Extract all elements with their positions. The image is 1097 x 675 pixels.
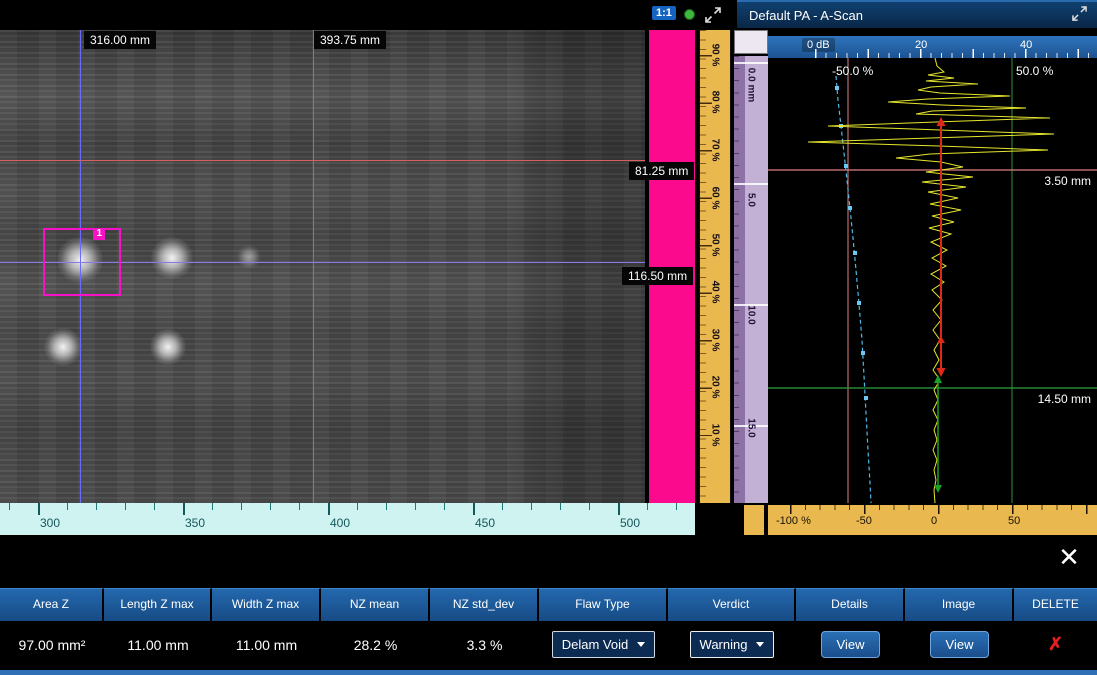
ruler-tick-label: 0.0 mm xyxy=(746,68,757,102)
indication-number-tag: 1 xyxy=(93,228,105,240)
ruler-tick-label: 60 % xyxy=(710,187,721,210)
col-header-nz-mean: NZ mean xyxy=(321,588,430,621)
ruler-tick-label: 80 % xyxy=(710,91,721,114)
depth-cursor-label-2: 14.50 mm xyxy=(1038,392,1091,406)
flaw-type-value: Delam Void xyxy=(562,637,628,652)
ascan-expand-icon[interactable] xyxy=(1072,6,1087,24)
cursor-y1-label: 81.25 mm xyxy=(629,162,694,180)
ruler-tick-label: 50 % xyxy=(710,234,721,257)
delete-row-icon[interactable]: ✗ xyxy=(1048,634,1063,655)
ascan-plot[interactable]: -50.0 % 50.0 % 3.50 mm 14.50 mm xyxy=(768,58,1097,503)
depth-cursor-label-1: 3.50 mm xyxy=(1044,174,1091,188)
flaw-table-header: Area Z Length Z max Width Z max NZ mean … xyxy=(0,588,1097,621)
cursor-x2-label: 393.75 mm xyxy=(314,31,386,49)
ascan-panel-title: Default PA - A-Scan xyxy=(749,8,863,23)
col-header-delete: DELETE xyxy=(1014,588,1097,621)
cell-nz-std-dev: 3.3 % xyxy=(430,621,539,668)
inspection-app: 1:1 Default PA - A-Scan 1 316.00 mm 393.… xyxy=(0,0,1097,675)
cursor-y2-label: 116.50 mm xyxy=(622,267,693,285)
details-view-button[interactable]: View xyxy=(821,631,881,658)
gain-db-ruler[interactable]: 0 dB 20 40 xyxy=(768,36,1097,58)
indication-selection-box[interactable]: 1 xyxy=(43,228,121,296)
scan-axis-ruler[interactable]: 300 350 400 450 500 xyxy=(0,503,695,535)
status-indicator-dot xyxy=(684,9,695,20)
ruler-tick-label: 300 xyxy=(40,516,60,530)
cscan-topbar xyxy=(0,0,737,30)
cell-width-z: 11.00 mm xyxy=(212,621,321,668)
ruler-tick-label: 10 % xyxy=(710,424,721,447)
bottom-scrollbar[interactable] xyxy=(0,670,1097,675)
ruler-corner xyxy=(744,505,764,535)
ruler-tick-label: 15.0 xyxy=(746,418,757,437)
close-icon[interactable]: ✕ xyxy=(1052,541,1086,573)
image-view-button[interactable]: View xyxy=(930,631,990,658)
col-header-details: Details xyxy=(796,588,905,621)
flaw-type-select[interactable]: Delam Void xyxy=(552,631,655,658)
cscan-cursor-vline-green[interactable] xyxy=(313,30,314,503)
cscan-cursor-hline-red[interactable] xyxy=(0,160,645,161)
depth-mm-ruler[interactable]: 0.0 mm 5.0 10.0 15.0 xyxy=(734,56,768,503)
ruler-tick-label: 450 xyxy=(475,516,495,530)
cell-nz-mean: 28.2 % xyxy=(321,621,430,668)
flaw-table-row: 97.00 mm² 11.00 mm 11.00 mm 28.2 % 3.3 %… xyxy=(0,621,1097,668)
ruler-tick-label: 350 xyxy=(185,516,205,530)
ruler-tick-label: -100 % xyxy=(776,515,811,527)
verdict-value: Warning xyxy=(700,637,748,652)
cscan-indication-blob xyxy=(150,329,186,365)
ruler-tick-label: 40 xyxy=(1020,39,1032,51)
col-header-nz-std-dev: NZ std_dev xyxy=(430,588,539,621)
cscan-indication-blob xyxy=(237,245,261,269)
chevron-down-icon xyxy=(756,642,764,647)
gate-measure-red xyxy=(937,117,946,377)
col-header-verdict: Verdict xyxy=(668,588,796,621)
ruler-tick-label: -50 xyxy=(856,515,872,527)
ruler-tick-label: 40 % xyxy=(710,281,721,304)
pct-cursor-label-left: -50.0 % xyxy=(832,64,873,78)
ruler-tick-label: 90 % xyxy=(710,44,721,67)
col-header-image: Image xyxy=(905,588,1014,621)
col-header-length-z: Length Z max xyxy=(104,588,212,621)
cell-area-z: 97.00 mm² xyxy=(0,621,104,668)
ascan-envelope-markers xyxy=(835,86,868,400)
ruler-tick-label: 5.0 xyxy=(746,193,757,207)
ascan-plot-svg xyxy=(768,58,1097,503)
expand-icon[interactable] xyxy=(705,7,721,28)
amplitude-percent-ruler[interactable]: 90 % 80 % 70 % 60 % 50 % 40 % 30 % 20 % … xyxy=(699,30,731,503)
zoom-ratio-badge[interactable]: 1:1 xyxy=(652,6,676,20)
ruler-tick-label: 0 xyxy=(931,515,937,527)
cell-length-z: 11.00 mm xyxy=(104,621,212,668)
ruler-tick-label: 20 % xyxy=(710,376,721,399)
ruler-tick-label: 400 xyxy=(330,516,350,530)
ruler-tick-label: 20 xyxy=(915,39,927,51)
verdict-select[interactable]: Warning xyxy=(690,631,775,658)
ruler-tick-label: 0 dB xyxy=(802,38,835,52)
ruler-tick-label: 70 % xyxy=(710,139,721,162)
col-header-width-z: Width Z max xyxy=(212,588,321,621)
col-header-area-z: Area Z xyxy=(0,588,104,621)
col-header-flaw-type: Flaw Type xyxy=(539,588,668,621)
cursor-x1-label: 316.00 mm xyxy=(84,31,156,49)
chevron-down-icon xyxy=(637,642,645,647)
ascan-waveform xyxy=(808,58,1054,503)
ascan-panel-titlebar: Default PA - A-Scan xyxy=(737,0,1097,28)
cscan-indication-blob xyxy=(151,237,193,279)
ruler-tick-label: 30 % xyxy=(710,329,721,352)
pct-cursor-label-right: 50.0 % xyxy=(1016,64,1053,78)
ruler-tick-label: 500 xyxy=(620,516,640,530)
cscan-view[interactable]: 1 xyxy=(0,30,645,503)
depth-ruler-header xyxy=(734,30,768,54)
cscan-indication-blob xyxy=(44,328,82,366)
ruler-tick-label: 50 xyxy=(1008,515,1020,527)
ruler-tick-label: 10.0 xyxy=(746,305,757,324)
amplitude-axis-ruler[interactable]: -100 % -50 0 50 xyxy=(768,505,1097,535)
